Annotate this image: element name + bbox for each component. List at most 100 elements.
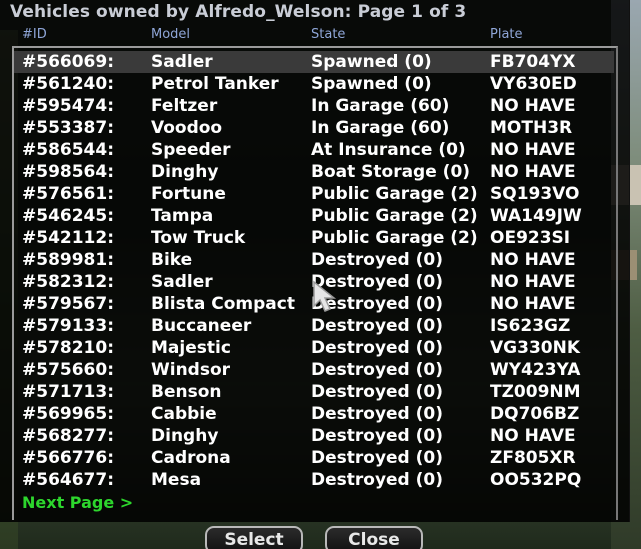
vehicle-row[interactable]: #576561: Fortune Public Garage (2) SQ193VO	[0, 183, 629, 205]
vehicle-list-dialog: Vehicles owned by Alfredo_Welson: Page 1…	[0, 0, 630, 522]
row-model: Sadler	[151, 272, 213, 292]
row-plate: NO HAVE	[490, 250, 576, 270]
row-model: Cabbie	[151, 404, 217, 424]
column-header-plate: Plate	[490, 27, 523, 42]
vehicle-row[interactable]: #575660: Windsor Destroyed (0) WY423YA	[0, 359, 629, 381]
row-model: Benson	[151, 382, 222, 402]
row-state: Destroyed (0)	[311, 382, 444, 402]
row-plate: MOTH3R	[490, 118, 573, 138]
column-header-state: State	[311, 27, 346, 42]
row-plate: NO HAVE	[490, 140, 576, 160]
row-id: #542112:	[22, 228, 115, 248]
row-plate: ZF805XR	[490, 448, 576, 468]
row-id: #579567:	[22, 294, 115, 314]
next-page-link[interactable]: Next Page >	[22, 493, 133, 512]
row-state: Destroyed (0)	[311, 338, 444, 358]
vehicle-row[interactable]: #589981: Bike Destroyed (0) NO HAVE	[0, 249, 629, 271]
row-model: Tow Truck	[151, 228, 246, 248]
row-state: Destroyed (0)	[311, 404, 444, 424]
row-model: Blista Compact	[151, 294, 295, 314]
row-state: Spawned (0)	[311, 74, 432, 94]
row-plate: NO HAVE	[490, 272, 576, 292]
vehicle-row[interactable]: #595474: Feltzer In Garage (60) NO HAVE	[0, 95, 629, 117]
vehicle-row[interactable]: #553387: Voodoo In Garage (60) MOTH3R	[0, 117, 629, 139]
row-id: #575660:	[22, 360, 115, 380]
close-button[interactable]: Close	[325, 526, 423, 549]
row-plate: WY423YA	[490, 360, 581, 380]
vehicle-row[interactable]: #566069: Sadler Spawned (0) FB704YX	[0, 51, 629, 73]
row-plate: DQ706BZ	[490, 404, 580, 424]
row-state: In Garage (60)	[311, 118, 450, 138]
row-id: #569965:	[22, 404, 115, 424]
row-id: #576561:	[22, 184, 115, 204]
vehicle-row[interactable]: #546245: Tampa Public Garage (2) WA149JW	[0, 205, 629, 227]
row-id: #561240:	[22, 74, 115, 94]
row-state: At Insurance (0)	[311, 140, 466, 160]
row-id: #566776:	[22, 448, 115, 468]
vehicle-row[interactable]: #578210: Majestic Destroyed (0) VG330NK	[0, 337, 629, 359]
vehicle-row[interactable]: #566776: Cadrona Destroyed (0) ZF805XR	[0, 447, 629, 469]
row-id: #564677:	[22, 470, 115, 490]
row-model: Bike	[151, 250, 193, 270]
row-id: #595474:	[22, 96, 115, 116]
row-model: Buccaneer	[151, 316, 252, 336]
row-plate: VG330NK	[490, 338, 580, 358]
vehicle-row[interactable]: #579133: Buccaneer Destroyed (0) IS623GZ	[0, 315, 629, 337]
vehicle-row[interactable]: #564677: Mesa Destroyed (0) OO532PQ	[0, 469, 629, 491]
row-model: Speeder	[151, 140, 231, 160]
row-state: Destroyed (0)	[311, 426, 444, 446]
row-plate: NO HAVE	[490, 96, 576, 116]
row-model: Petrol Tanker	[151, 74, 279, 94]
list-header: #ID Model State Plate	[0, 27, 629, 43]
row-plate: WA149JW	[490, 206, 582, 226]
row-state: Destroyed (0)	[311, 470, 444, 490]
vehicle-row[interactable]: #586544: Speeder At Insurance (0) NO HAVE	[0, 139, 629, 161]
row-id: #568277:	[22, 426, 115, 446]
row-plate: NO HAVE	[490, 426, 576, 446]
row-plate: SQ193VO	[490, 184, 580, 204]
row-state: Public Garage (2)	[311, 184, 478, 204]
row-model: Dinghy	[151, 426, 219, 446]
row-state: Boat Storage (0)	[311, 162, 471, 182]
row-plate: VY630ED	[490, 74, 577, 94]
row-state: Destroyed (0)	[311, 360, 444, 380]
vehicle-row[interactable]: #569965: Cabbie Destroyed (0) DQ706BZ	[0, 403, 629, 425]
vehicle-row[interactable]: #561240: Petrol Tanker Spawned (0) VY630ED	[0, 73, 629, 95]
row-id: #578210:	[22, 338, 115, 358]
row-model: Cadrona	[151, 448, 231, 468]
vehicle-row[interactable]: #568277: Dinghy Destroyed (0) NO HAVE	[0, 425, 629, 447]
vehicle-row[interactable]: #542112: Tow Truck Public Garage (2) OE923S…	[0, 227, 629, 249]
row-model: Windsor	[151, 360, 231, 380]
row-model: Feltzer	[151, 96, 218, 116]
row-plate: NO HAVE	[490, 294, 576, 314]
row-state: In Garage (60)	[311, 96, 450, 116]
row-model: Fortune	[151, 184, 226, 204]
row-plate: OE923SI	[490, 228, 571, 248]
row-state: Public Garage (2)	[311, 206, 478, 226]
row-id: #546245:	[22, 206, 115, 226]
row-id: #598564:	[22, 162, 115, 182]
row-id: #571713:	[22, 382, 115, 402]
select-button[interactable]: Select	[205, 526, 303, 549]
row-state: Destroyed (0)	[311, 448, 444, 468]
row-id: #553387:	[22, 118, 115, 138]
vehicle-row[interactable]: #571713: Benson Destroyed (0) TZ009NM	[0, 381, 629, 403]
row-plate: OO532PQ	[490, 470, 582, 490]
row-model: Tampa	[151, 206, 214, 226]
column-header-id: #ID	[22, 27, 47, 42]
row-id: #566069:	[22, 52, 115, 72]
row-id: #589981:	[22, 250, 115, 270]
row-model: Dinghy	[151, 162, 219, 182]
row-model: Majestic	[151, 338, 231, 358]
row-id: #586544:	[22, 140, 115, 160]
row-id: #582312:	[22, 272, 115, 292]
row-state: Destroyed (0)	[311, 250, 444, 270]
row-plate: IS623GZ	[490, 316, 571, 336]
row-id: #579133:	[22, 316, 115, 336]
row-state: Spawned (0)	[311, 52, 432, 72]
row-model: Voodoo	[151, 118, 223, 138]
vehicle-row[interactable]: #598564: Dinghy Boat Storage (0) NO HAVE	[0, 161, 629, 183]
row-plate: TZ009NM	[490, 382, 581, 402]
column-header-model: Model	[151, 27, 191, 42]
dialog-title: Vehicles owned by Alfredo_Welson: Page 1…	[10, 2, 467, 22]
